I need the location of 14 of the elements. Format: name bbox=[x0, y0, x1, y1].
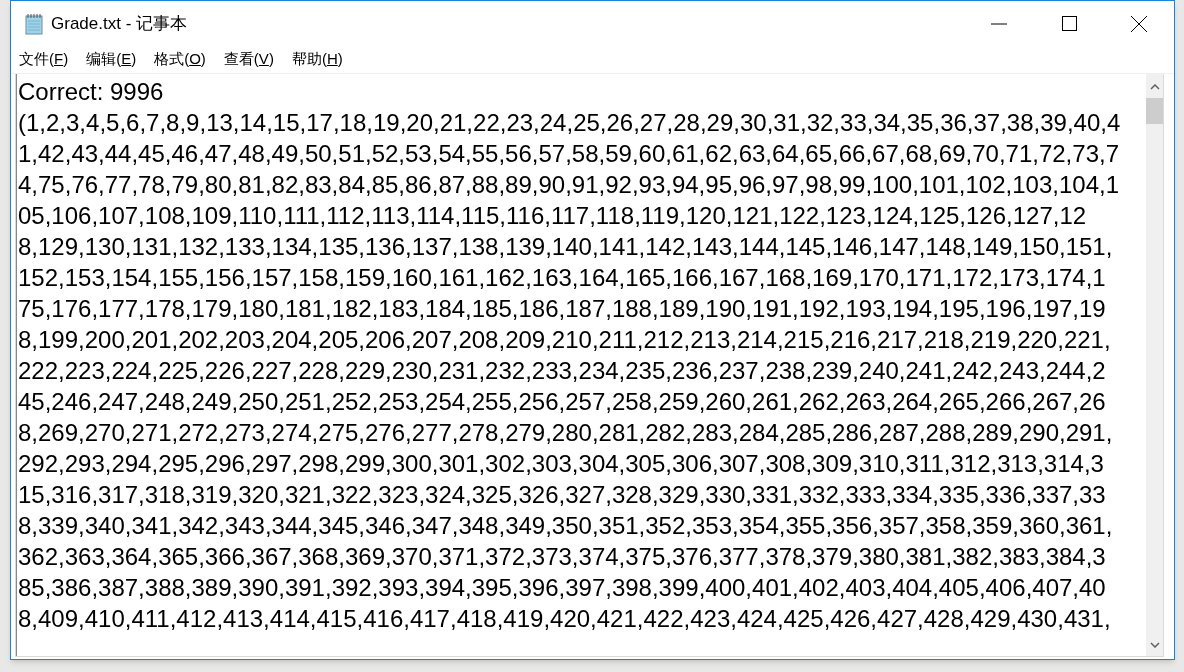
scroll-thumb[interactable] bbox=[1146, 98, 1163, 124]
menu-item[interactable]: 编辑(E) bbox=[84, 48, 139, 71]
scroll-down-icon[interactable] bbox=[1149, 642, 1160, 648]
window-title: Grade.txt - 记事本 bbox=[51, 12, 188, 35]
close-icon bbox=[1131, 15, 1147, 32]
menu-item[interactable]: 查看(V) bbox=[221, 48, 276, 71]
scroll-up-icon[interactable] bbox=[1149, 84, 1160, 90]
maximize-icon bbox=[1061, 16, 1077, 31]
menu-item[interactable]: 格式(O) bbox=[152, 48, 208, 71]
menu-item[interactable]: 帮助(H) bbox=[289, 48, 345, 71]
notepad-icon bbox=[23, 12, 45, 35]
minimize-icon bbox=[991, 22, 1007, 25]
menu-item[interactable]: 文件(F) bbox=[17, 48, 71, 71]
vertical-scrollbar[interactable] bbox=[1146, 74, 1163, 656]
